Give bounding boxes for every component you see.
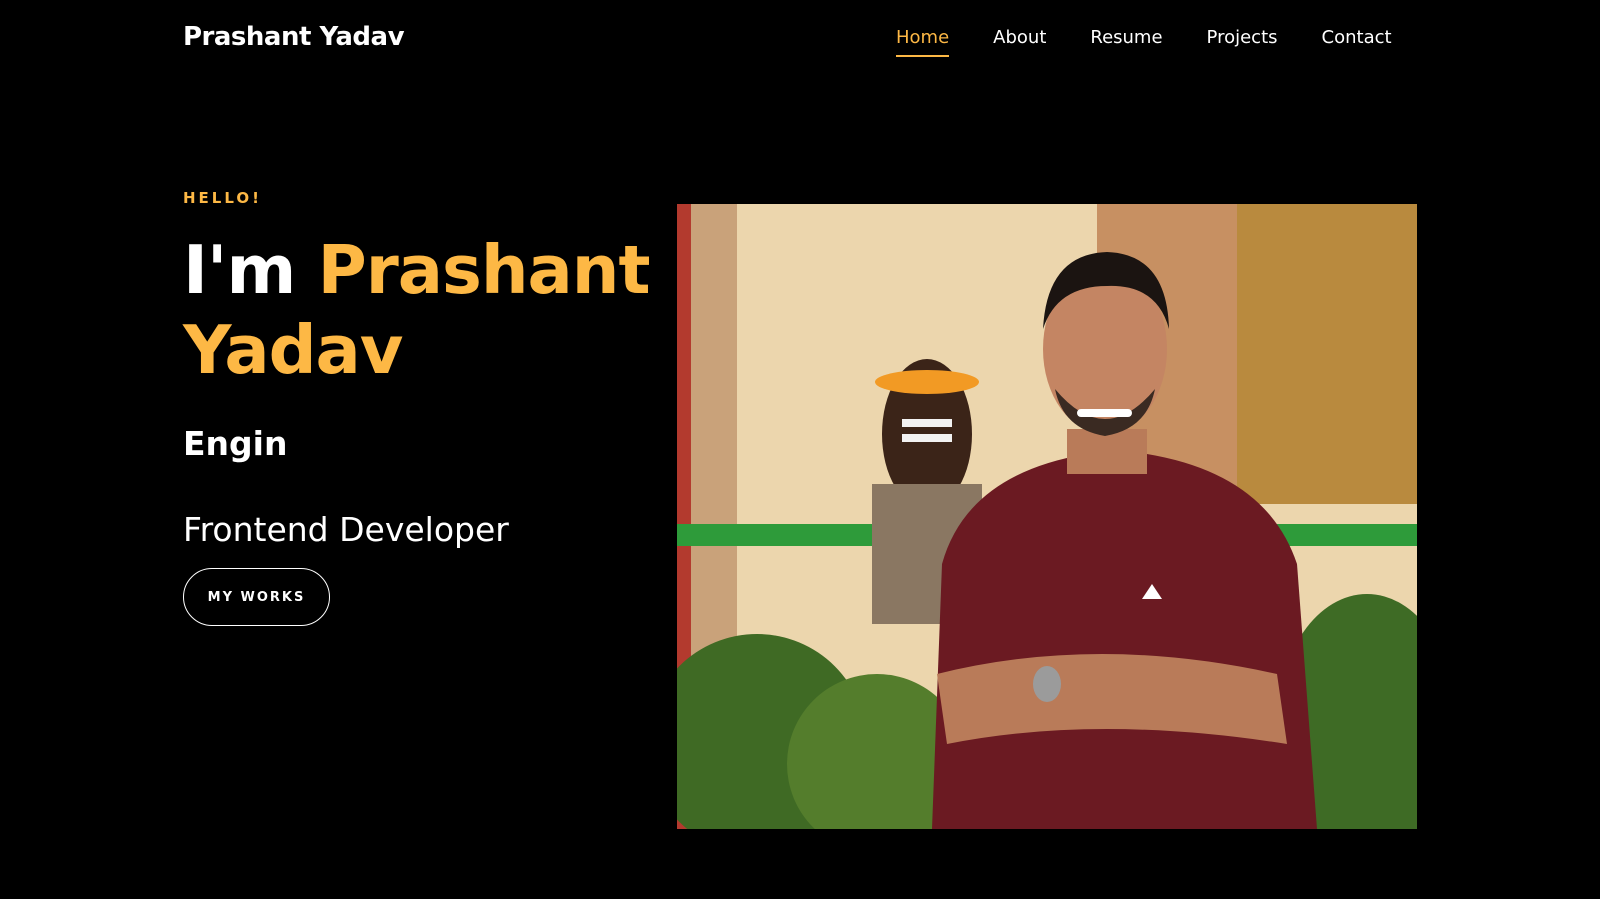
photo-shrine-mark-1 xyxy=(902,419,952,427)
nav-contact[interactable]: Contact xyxy=(1322,27,1392,55)
typed-text: Engin xyxy=(183,424,288,463)
main-nav: Home About Resume Projects Contact xyxy=(896,27,1392,57)
profile-photo xyxy=(677,204,1417,829)
hero-title-prefix: I'm xyxy=(183,231,296,309)
photo-person-watch xyxy=(1033,666,1061,702)
photo-right-wall xyxy=(1237,204,1417,504)
photo-person-neck xyxy=(1067,429,1147,474)
photo-garland xyxy=(875,370,979,394)
hero-title: I'm Prashant Yadav xyxy=(183,230,653,390)
profile-photo-illustration xyxy=(677,204,1417,829)
nav-projects[interactable]: Projects xyxy=(1207,27,1278,55)
photo-person-shirt xyxy=(932,454,1317,829)
brand-logo[interactable]: Prashant Yadav xyxy=(183,22,405,52)
nav-about[interactable]: About xyxy=(993,27,1046,55)
page: Prashant Yadav Home About Resume Project… xyxy=(0,0,1600,899)
nav-resume[interactable]: Resume xyxy=(1090,27,1162,55)
hero-greeting: HELLO! xyxy=(183,189,262,207)
photo-shrine-mark-2 xyxy=(902,434,952,442)
hero-role: Frontend Developer xyxy=(183,510,509,549)
my-works-button[interactable]: MY WORKS xyxy=(183,568,330,626)
nav-home[interactable]: Home xyxy=(896,27,950,57)
photo-person-smile xyxy=(1077,409,1132,417)
